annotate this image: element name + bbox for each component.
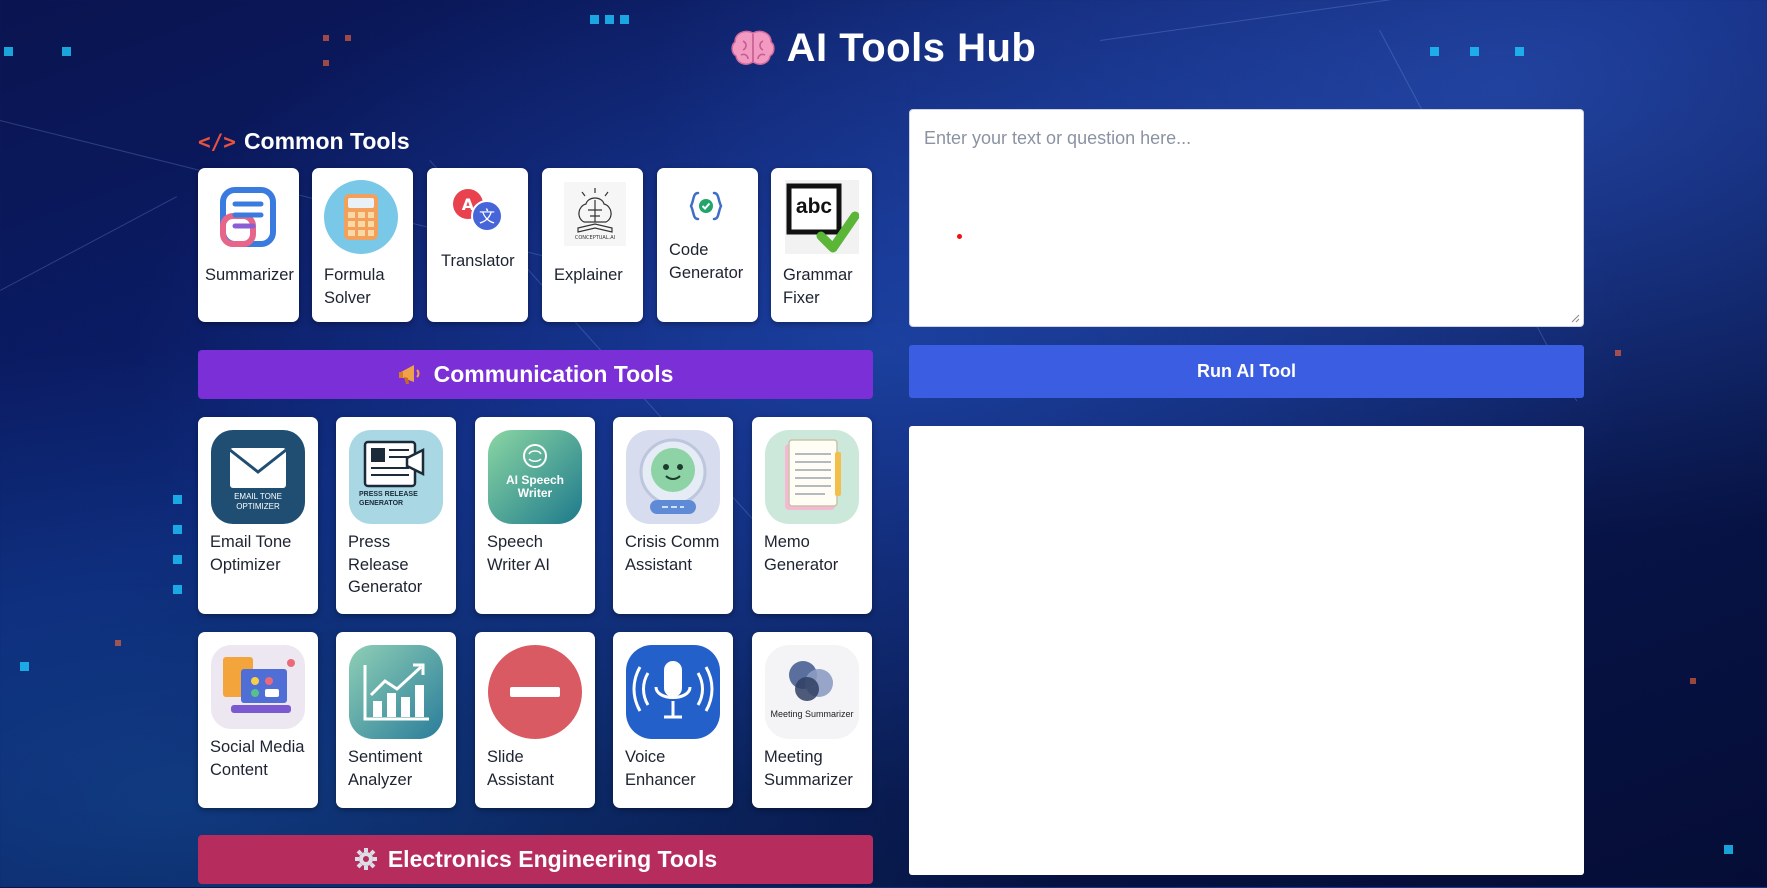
minus-circle-icon bbox=[488, 645, 582, 744]
tool-label: Memo Generator bbox=[764, 533, 839, 574]
background-line bbox=[0, 196, 178, 291]
tool-label: Voice Enhancer bbox=[625, 748, 696, 789]
calculator-icon bbox=[324, 180, 398, 259]
communication-tools-banner[interactable]: Communication Tools bbox=[198, 350, 873, 399]
tool-card-formula-solver[interactable]: Formula Solver bbox=[312, 168, 413, 322]
email-icon-text: EMAIL TONE OPTIMIZER bbox=[234, 492, 282, 511]
tool-card-translator[interactable]: A 文 Translator bbox=[427, 168, 528, 322]
tool-label: Speech Writer AI bbox=[487, 533, 550, 574]
tool-label: Press Release Generator bbox=[348, 533, 423, 596]
background-dot bbox=[590, 15, 599, 24]
run-ai-tool-button[interactable]: Run AI Tool bbox=[909, 345, 1584, 398]
tool-label: Email Tone Optimizer bbox=[210, 533, 292, 574]
tool-label: Social Media Content bbox=[210, 738, 305, 779]
speech-writer-icon: AI Speech Writer bbox=[488, 430, 582, 529]
background-dot bbox=[1615, 350, 1621, 356]
tool-label: Formula Solver bbox=[324, 266, 385, 307]
tool-label: Slide Assistant bbox=[487, 748, 554, 789]
tool-card-press-release-generator[interactable]: PRESS RELEASE GENERATOR Press Release Ge… bbox=[336, 417, 456, 614]
gear-icon bbox=[354, 839, 378, 888]
output-panel bbox=[909, 426, 1584, 875]
electronics-tools-title: Electronics Engineering Tools bbox=[387, 846, 718, 872]
conceptual-ai-icon: CONCEPTUAL.AI bbox=[564, 182, 626, 251]
communication-tools-title: Communication Tools bbox=[433, 361, 674, 387]
background-dot bbox=[173, 525, 182, 534]
background-dot bbox=[620, 15, 629, 24]
background-dot bbox=[20, 662, 29, 671]
tool-label: Explainer bbox=[554, 266, 623, 284]
astronaut-icon bbox=[626, 430, 720, 529]
tool-label: Meeting Summarizer bbox=[764, 748, 853, 789]
tool-label: Summarizer bbox=[205, 266, 294, 284]
speech-writer-icon-text: AI Speech Writer bbox=[505, 473, 565, 500]
abc-check-icon: abc bbox=[785, 180, 860, 259]
tool-card-sentiment-analyzer[interactable]: Sentiment Analyzer bbox=[336, 632, 456, 808]
prompt-input[interactable]: Enter your text or question here... bbox=[909, 109, 1584, 327]
background-dot bbox=[115, 640, 121, 646]
notepad-icon bbox=[765, 430, 859, 529]
common-tools-title: Common Tools bbox=[243, 128, 410, 154]
email-icon: EMAIL TONE OPTIMIZER bbox=[211, 430, 305, 529]
translate-icon: A 文 bbox=[451, 188, 505, 239]
cursor-indicator bbox=[957, 234, 962, 239]
social-media-icon bbox=[211, 645, 305, 734]
background-dot bbox=[173, 495, 182, 504]
tool-card-explainer[interactable]: CONCEPTUAL.AI Explainer bbox=[542, 168, 643, 322]
abc-text: abc bbox=[795, 195, 833, 218]
tool-card-speech-writer-ai[interactable]: AI Speech Writer Speech Writer AI bbox=[475, 417, 595, 614]
background-dot bbox=[173, 555, 182, 564]
tool-label: Translator bbox=[441, 252, 515, 270]
megaphone-icon bbox=[398, 354, 424, 403]
explainer-icon-text: CONCEPTUAL.AI bbox=[574, 235, 616, 241]
tool-label: Crisis Comm Assistant bbox=[625, 533, 720, 574]
meeting-icon-text: Meeting Summarizer bbox=[770, 709, 854, 719]
background-dot bbox=[1690, 678, 1696, 684]
background-dot bbox=[605, 15, 614, 24]
tool-card-code-generator[interactable]: Code Generator bbox=[657, 168, 758, 322]
tool-label: Code Generator bbox=[669, 241, 744, 282]
page-title: AI Tools Hub bbox=[0, 26, 1767, 71]
tool-card-crisis-comm-assistant[interactable]: Crisis Comm Assistant bbox=[613, 417, 733, 614]
svg-text:文: 文 bbox=[479, 207, 495, 226]
background-dot bbox=[173, 585, 182, 594]
tool-card-memo-generator[interactable]: Memo Generator bbox=[752, 417, 872, 614]
background-dot bbox=[1724, 845, 1733, 854]
tool-card-social-media-content[interactable]: Social Media Content bbox=[198, 632, 318, 808]
code-brackets-icon: </> bbox=[198, 130, 236, 154]
app-title: AI Tools Hub bbox=[786, 26, 1037, 70]
prompt-placeholder: Enter your text or question here... bbox=[924, 128, 1192, 148]
common-tools-heading: </> Common Tools bbox=[198, 128, 410, 155]
bar-chart-icon bbox=[349, 645, 443, 744]
press-release-icon-text: PRESS RELEASE GENERATOR bbox=[359, 491, 418, 507]
code-check-icon bbox=[689, 190, 723, 227]
microphone-icon bbox=[626, 645, 720, 744]
summarizer-icon bbox=[217, 186, 279, 253]
tool-card-meeting-summarizer[interactable]: Meeting Summarizer Meeting Summarizer bbox=[752, 632, 872, 808]
electronics-tools-banner[interactable]: Electronics Engineering Tools bbox=[198, 835, 873, 884]
tool-card-email-tone-optimizer[interactable]: EMAIL TONE OPTIMIZER Email Tone Optimize… bbox=[198, 417, 318, 614]
tool-card-voice-enhancer[interactable]: Voice Enhancer bbox=[613, 632, 733, 808]
tool-label: Sentiment Analyzer bbox=[348, 748, 423, 789]
tool-card-grammar-fixer[interactable]: abc Grammar Fixer bbox=[771, 168, 872, 322]
tool-label: Grammar Fixer bbox=[783, 266, 853, 307]
resize-handle-icon[interactable] bbox=[1571, 314, 1580, 323]
tool-card-slide-assistant[interactable]: Slide Assistant bbox=[475, 632, 595, 808]
brain-icon bbox=[731, 29, 775, 67]
meeting-icon: Meeting Summarizer bbox=[765, 645, 859, 744]
press-release-icon: PRESS RELEASE GENERATOR bbox=[349, 430, 443, 529]
tool-card-summarizer[interactable]: Summarizer bbox=[198, 168, 299, 322]
